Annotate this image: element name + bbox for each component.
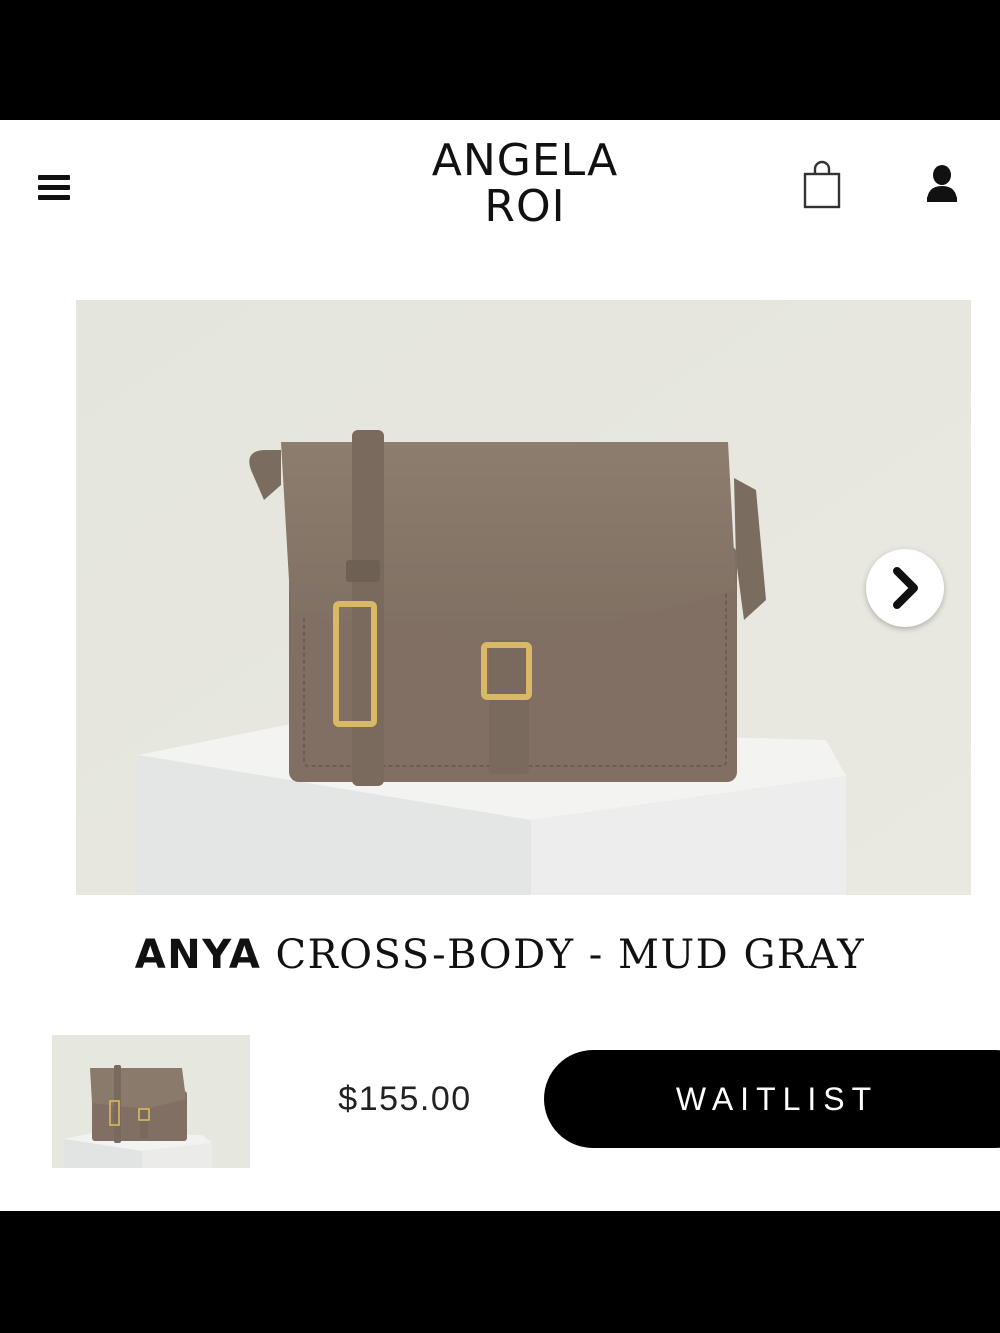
user-icon[interactable] [922,162,962,206]
waitlist-button-label: WAITLIST [675,1081,879,1117]
brand-logo-line-1: ANGELA [431,135,619,186]
next-image-button[interactable] [866,549,944,627]
brand-logo[interactable]: ANGELA ROI [380,138,670,230]
navigation-bar [0,1211,1000,1333]
chevron-right-icon [893,567,918,609]
hamburger-menu-icon[interactable] [34,168,74,208]
shopping-bag-icon[interactable] [800,160,844,212]
product-variant: CROSS-BODY - MUD GRAY [261,932,866,978]
product-price: $155.00 [338,1080,472,1118]
product-name: ANYA [134,932,262,978]
waitlist-button[interactable]: WAITLIST [544,1050,1000,1148]
product-title: ANYA CROSS-BODY - MUD GRAY [0,932,1000,978]
brand-logo-line-2: ROI [484,181,566,232]
status-bar [0,0,1000,120]
product-thumbnail[interactable] [52,1035,250,1168]
product-image[interactable] [76,300,971,895]
site-header: ANGELA ROI [0,120,1000,260]
